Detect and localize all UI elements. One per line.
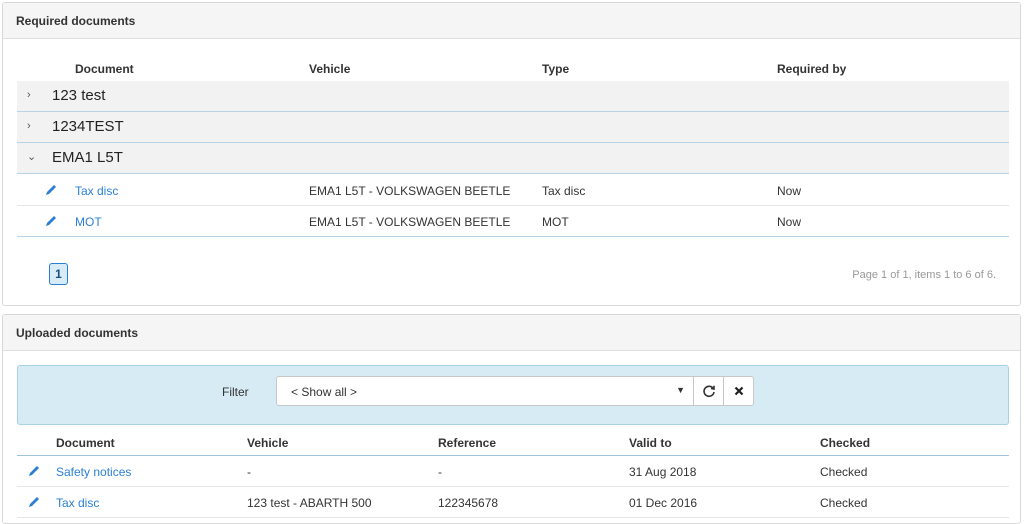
close-icon [734,386,743,396]
pencil-icon[interactable] [44,183,58,197]
document-link[interactable]: MOT [75,215,102,229]
pencil-icon[interactable] [27,495,41,509]
document-link[interactable]: Tax disc [56,496,99,510]
clear-filter-button[interactable] [723,376,754,406]
column-header-vehicle[interactable]: Vehicle [247,436,288,450]
document-link[interactable]: Tax disc [75,184,118,198]
vehicle-cell: - [247,465,251,479]
table-row: Tax disc 123 test - ABARTH 500 122345678… [17,487,1009,518]
type-cell: MOT [542,215,569,229]
pager-info: Page 1 of 1, items 1 to 6 of 6. [852,269,996,281]
caret-down-icon[interactable]: ▼ [676,385,685,395]
refresh-button[interactable] [693,376,724,406]
table-header: Document Vehicle Reference Valid to Chec… [17,430,1009,456]
table-row: Tax disc EMA1 L5T - VOLKSWAGEN BEETLE Ta… [17,175,1009,206]
panel-title: Uploaded documents [3,315,1020,351]
pencil-icon[interactable] [27,464,41,478]
column-header-checked[interactable]: Checked [820,436,870,450]
required-documents-panel: Required documents Document Vehicle Type… [2,2,1021,306]
vehicle-cell: EMA1 L5T - VOLKSWAGEN BEETLE [309,215,511,229]
pencil-icon[interactable] [44,214,58,228]
filter-select[interactable]: < Show all > ▼ [276,376,694,406]
column-header-reference[interactable]: Reference [438,436,496,450]
reference-cell: 122345678 [438,496,499,510]
filter-bar: Filter < Show all > ▼ [17,365,1009,425]
reference-cell: - [438,465,442,479]
chevron-down-icon[interactable]: ⌄ [27,152,36,163]
group-label: 1234TEST [52,118,124,135]
vehicle-cell: 123 test - ABARTH 500 [247,496,372,510]
column-header-type[interactable]: Type [542,62,569,76]
column-header-vehicle[interactable]: Vehicle [309,62,350,76]
valid-to-cell: 01 Dec 2016 [629,496,698,510]
refresh-icon [702,385,715,398]
document-link[interactable]: Safety notices [56,465,131,479]
type-cell: Tax disc [542,184,586,198]
page-1-button[interactable]: 1 [49,263,68,285]
table-header: Document Vehicle Type Required by [17,58,1009,82]
panel-title: Required documents [3,3,1020,39]
column-header-document[interactable]: Document [56,436,115,450]
vehicle-cell: EMA1 L5T - VOLKSWAGEN BEETLE [309,184,511,198]
chevron-right-icon[interactable]: › [27,90,35,101]
column-header-document[interactable]: Document [75,62,134,76]
required-by-cell: Now [777,184,802,198]
checked-cell: Checked [820,496,868,510]
column-header-valid-to[interactable]: Valid to [629,436,672,450]
required-by-cell: Now [777,215,802,229]
group-row[interactable]: › 1234TEST [17,112,1009,143]
chevron-right-icon[interactable]: › [27,121,35,132]
group-row[interactable]: › 123 test [17,81,1009,112]
table-row: Safety notices - - 31 Aug 2018 Checked [17,456,1009,487]
filter-label: Filter [222,385,249,399]
group-label: EMA1 L5T [52,149,123,166]
group-label: 123 test [52,87,106,104]
valid-to-cell: 31 Aug 2018 [629,465,697,479]
uploaded-documents-panel: Uploaded documents Filter < Show all > ▼… [2,314,1021,524]
filter-value: < Show all > [291,385,358,399]
table-row: MOT EMA1 L5T - VOLKSWAGEN BEETLE MOT Now [17,206,1009,237]
group-row[interactable]: ⌄ EMA1 L5T [17,143,1009,174]
checked-cell: Checked [820,465,868,479]
column-header-required-by[interactable]: Required by [777,62,846,76]
